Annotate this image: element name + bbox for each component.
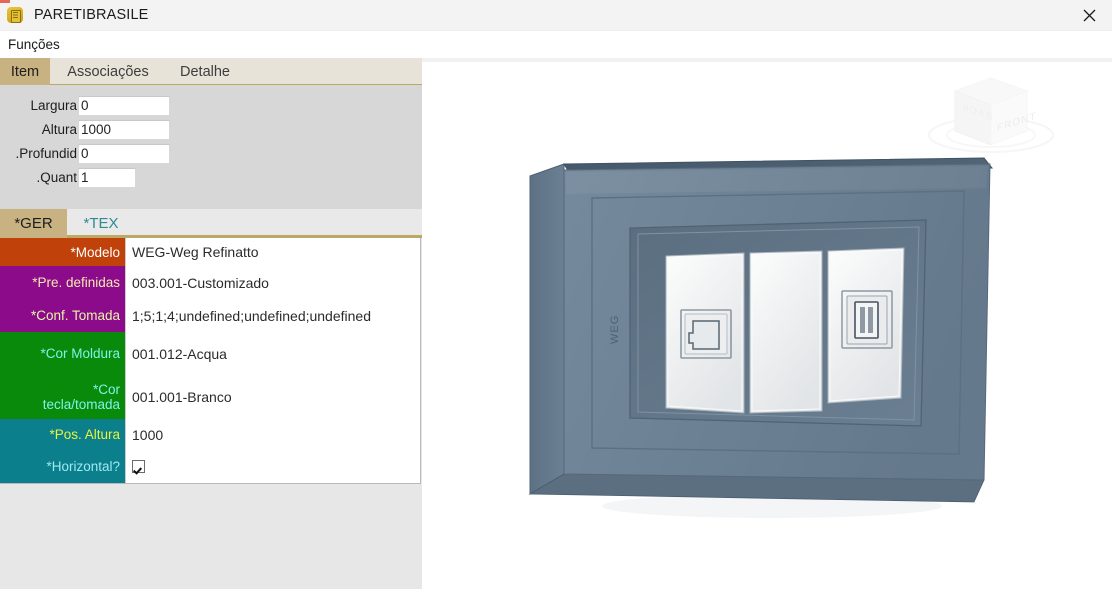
property-group-tab-strip: *GER *TEX bbox=[0, 209, 422, 238]
prop-key-pos-altura: *Pos. Altura bbox=[0, 419, 125, 450]
table-row: *Cor Moldura 001.012-Acqua bbox=[0, 332, 420, 375]
prop-value-cor-tecla-tomada[interactable]: 001.001-Branco bbox=[125, 375, 420, 419]
tab-tex[interactable]: *TEX bbox=[67, 209, 135, 238]
table-row: *Conf. Tomada 1;5;1;4;undefined;undefine… bbox=[0, 299, 420, 332]
model-viewport[interactable]: BACK FRONT WEG bbox=[422, 58, 1112, 589]
rj45-jack-icon bbox=[688, 320, 720, 350]
label-profundidade: Profundid. bbox=[15, 146, 77, 161]
table-row: *Horizontal? bbox=[0, 450, 420, 483]
module-blank[interactable] bbox=[749, 250, 823, 414]
label-altura: Altura bbox=[41, 122, 77, 137]
wall-plate-3d-model[interactable]: WEG bbox=[522, 157, 1022, 528]
menu-bar: Funções bbox=[0, 31, 1112, 58]
label-quantidade: Quant. bbox=[36, 170, 77, 185]
main-tab-strip: Item Associações Detalhe bbox=[0, 58, 422, 85]
module-usb-port[interactable] bbox=[827, 247, 905, 404]
prop-key-modelo: *Modelo bbox=[0, 238, 125, 266]
application-window: PARETIBRASILE Funções Item Associações D… bbox=[0, 0, 1112, 589]
prop-value-pos-altura[interactable]: 1000 bbox=[125, 419, 420, 450]
altura-input[interactable] bbox=[78, 119, 170, 140]
tab-item[interactable]: Item bbox=[0, 58, 50, 85]
prop-key-cor-moldura: *Cor Moldura bbox=[0, 332, 125, 375]
window-title: PARETIBRASILE bbox=[34, 7, 149, 23]
title-bar: PARETIBRASILE bbox=[0, 0, 1112, 31]
largura-input[interactable] bbox=[78, 95, 170, 116]
label-largura: Largura bbox=[30, 98, 77, 113]
quantidade-input[interactable] bbox=[78, 167, 136, 188]
window-accent-stripe bbox=[0, 0, 10, 3]
left-properties-panel: Item Associações Detalhe Largura Altura … bbox=[0, 58, 422, 589]
prop-key-predefinidas: *Pre. definidas bbox=[0, 266, 125, 299]
prop-value-cor-moldura[interactable]: 001.012-Acqua bbox=[125, 332, 420, 375]
table-row: *Cor tecla/tomada 001.001-Branco bbox=[0, 375, 420, 419]
prop-value-horizontal bbox=[125, 450, 420, 483]
brand-mark-weg: WEG bbox=[609, 315, 621, 344]
tab-ger[interactable]: *GER bbox=[0, 209, 67, 238]
property-grid: *Modelo WEG-Weg Refinatto *Pre. definida… bbox=[0, 238, 421, 484]
table-row: *Pos. Altura 1000 bbox=[0, 419, 420, 450]
table-row: *Pre. definidas 003.001-Customizado bbox=[0, 266, 420, 299]
prop-key-cor-tecla-tomada: *Cor tecla/tomada bbox=[0, 375, 125, 419]
close-button[interactable] bbox=[1066, 0, 1112, 31]
panel-empty-area bbox=[0, 484, 422, 589]
prop-value-conf-tomada[interactable]: 1;5;1;4;undefined;undefined;undefined bbox=[125, 299, 420, 332]
horizontal-checkbox[interactable] bbox=[132, 460, 145, 473]
prop-key-conf-tomada: *Conf. Tomada bbox=[0, 299, 125, 332]
table-row: *Modelo WEG-Weg Refinatto bbox=[0, 238, 420, 266]
prop-value-modelo[interactable]: WEG-Weg Refinatto bbox=[125, 238, 420, 266]
profundidade-input[interactable] bbox=[78, 143, 170, 164]
plate-left-side-face bbox=[529, 163, 565, 495]
tab-associacoes[interactable]: Associações bbox=[50, 58, 166, 85]
module-rj45-jack[interactable] bbox=[665, 252, 745, 414]
prop-key-horizontal: *Horizontal? bbox=[0, 450, 125, 483]
close-icon bbox=[1083, 9, 1095, 22]
usb-port-icon bbox=[854, 301, 879, 339]
prop-value-predefinidas[interactable]: 003.001-Customizado bbox=[125, 266, 420, 299]
notebook-icon bbox=[7, 7, 23, 23]
tab-detalhe[interactable]: Detalhe bbox=[166, 58, 244, 85]
dimension-form: Largura Altura Profundid. Quant. bbox=[0, 85, 422, 209]
view-orientation-cube[interactable]: BACK FRONT bbox=[919, 61, 1079, 171]
menu-item-funcoes[interactable]: Funções bbox=[1, 34, 67, 55]
